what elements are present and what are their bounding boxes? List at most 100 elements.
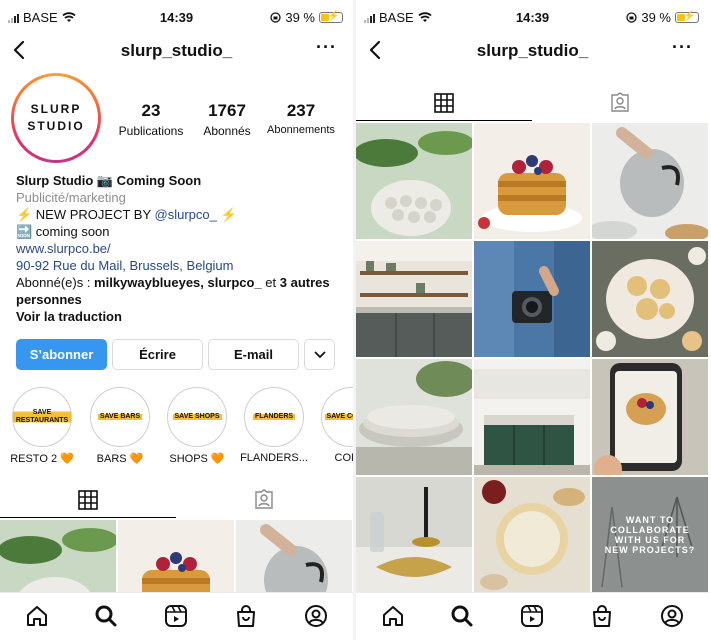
bottom-nav	[356, 592, 709, 640]
tagged-person-icon	[611, 92, 629, 112]
post-thumbnail[interactable]	[474, 477, 590, 593]
stat-following[interactable]: 237 Abonnements	[266, 101, 336, 136]
post-thumbnail-promo[interactable]: WANT TO COLLABORATE WITH US FOR NEW PROJ…	[592, 477, 708, 593]
post-thumbnail[interactable]	[592, 241, 708, 357]
bio-text: ⚡	[216, 207, 237, 222]
stat-value: 237	[286, 101, 316, 120]
highlight-badge: FLANDERS	[252, 412, 296, 422]
home-icon[interactable]	[380, 603, 406, 629]
highlight-caption: FLANDERS...	[240, 452, 308, 464]
highlight-badge: SAVE SHOPS	[172, 412, 222, 422]
profile-category: Publicité/marketing	[16, 190, 126, 205]
profile-icon[interactable]	[659, 603, 685, 629]
search-icon[interactable]	[93, 603, 119, 629]
follow-button[interactable]: S’abonner	[16, 339, 107, 370]
stat-value: 23	[141, 101, 161, 120]
followed-by-and: et	[261, 275, 280, 290]
highlight-badge: SAVE RESTAURANTS	[13, 408, 71, 426]
post-thumbnail[interactable]	[356, 359, 472, 475]
battery-icon: ⚡	[675, 11, 699, 23]
address-link[interactable]: 90-92 Rue du Mail, Brussels, Belgium	[16, 257, 346, 274]
stat-value: 1767	[208, 101, 246, 120]
profile-bio: Slurp Studio 📷 Coming Soon Publicité/mar…	[16, 172, 346, 325]
see-translation-link[interactable]: Voir la traduction	[16, 308, 346, 325]
profile-screen: BASE 14:39 39 % ⚡ slurp_studio_ ··· SLURP…	[0, 0, 353, 640]
home-icon[interactable]	[24, 603, 50, 629]
stat-label: Abonnés	[203, 124, 251, 138]
highlight-badge: SAVE BARS	[97, 412, 143, 422]
profile-icon[interactable]	[303, 603, 329, 629]
search-icon[interactable]	[449, 603, 475, 629]
stat-label: Abonnements	[267, 124, 335, 136]
stat-label: Publications	[118, 124, 184, 138]
shop-icon[interactable]	[589, 603, 615, 629]
profile-actions: S’abonner Écrire E-mail	[16, 339, 335, 370]
post-thumbnail[interactable]	[592, 359, 708, 475]
battery-percent: 39 %	[285, 10, 315, 25]
profile-tabs	[356, 85, 709, 121]
followed-by-names: milkywayblueyes, slurpco_	[94, 275, 262, 290]
profile-header: slurp_studio_ ···	[0, 34, 353, 70]
grid-icon	[434, 93, 454, 113]
message-button[interactable]: Écrire	[112, 339, 203, 370]
active-tab-indicator	[356, 120, 532, 121]
more-options-icon[interactable]: ···	[672, 37, 693, 58]
post-thumbnail[interactable]	[474, 241, 590, 357]
shop-icon[interactable]	[233, 603, 259, 629]
grid-icon	[78, 490, 98, 510]
tab-posts-grid[interactable]	[0, 482, 176, 518]
highlight-caption: RESTO 2 🧡	[10, 453, 74, 465]
reels-icon[interactable]	[519, 603, 545, 629]
website-link[interactable]: www.slurpco.be/	[16, 240, 346, 257]
highlight-coffee[interactable]: SAVE COFFEE COFFI	[316, 387, 353, 464]
avatar-logo-line2: STUDIO	[27, 119, 85, 133]
posts-grid: WANT TO COLLABORATE WITH US FOR NEW PROJ…	[356, 123, 708, 593]
post-thumbnail[interactable]	[356, 477, 472, 593]
orientation-lock-icon	[626, 12, 638, 23]
promo-text: WANT TO COLLABORATE WITH US FOR NEW PROJ…	[604, 515, 696, 555]
followed-by[interactable]: Abonné(e)s : milkywayblueyes, slurpco_ e…	[16, 274, 346, 308]
post-thumbnail[interactable]	[474, 123, 590, 239]
profile-tabs	[0, 482, 353, 518]
followed-by-label: Abonné(e)s :	[16, 275, 95, 290]
bio-line-2: 🔜 coming soon	[16, 224, 110, 239]
orientation-lock-icon	[270, 12, 282, 23]
tab-posts-grid[interactable]	[356, 85, 532, 121]
battery-icon: ⚡	[319, 11, 343, 23]
tab-tagged[interactable]	[176, 482, 352, 518]
stat-followers[interactable]: 1767 Abonnés	[196, 101, 258, 138]
more-options-icon[interactable]: ···	[316, 37, 337, 58]
active-tab-indicator	[0, 517, 176, 518]
tab-tagged[interactable]	[532, 85, 708, 121]
highlight-cover: SAVE SHOPS	[167, 387, 227, 447]
post-thumbnail[interactable]	[474, 359, 590, 475]
post-thumbnail[interactable]	[592, 123, 708, 239]
highlight-flanders[interactable]: FLANDERS FLANDERS...	[239, 387, 309, 464]
profile-display-name: Slurp Studio 📷 Coming Soon	[16, 173, 202, 188]
status-bar: BASE 14:39 39 % ⚡	[356, 8, 709, 28]
status-bar: BASE 14:39 39 % ⚡	[0, 8, 353, 28]
highlight-caption: BARS 🧡	[96, 453, 144, 465]
profile-username: slurp_studio_	[476, 41, 589, 60]
posts-grid-screen: BASE 14:39 39 % ⚡ slurp_studio_ ··· WANT …	[356, 0, 709, 640]
stat-publications[interactable]: 23 Publications	[117, 101, 185, 138]
profile-avatar[interactable]: SLURP STUDIO	[11, 73, 101, 163]
highlight-caption: SHOPS 🧡	[169, 453, 225, 465]
bio-line-1: ⚡ NEW PROJECT BY @slurpco_ ⚡	[16, 206, 346, 223]
profile-username: slurp_studio_	[120, 41, 233, 60]
suggested-users-button[interactable]	[304, 339, 335, 370]
highlight-cover: SAVE COFFEE	[321, 387, 353, 447]
chevron-down-icon	[313, 350, 326, 358]
reels-icon[interactable]	[163, 603, 189, 629]
email-button[interactable]: E-mail	[208, 339, 299, 370]
tagged-person-icon	[255, 489, 273, 509]
bio-text: ⚡ NEW PROJECT BY	[16, 207, 155, 222]
highlight-shops[interactable]: SAVE SHOPS SHOPS 🧡	[162, 387, 232, 465]
highlight-cover: FLANDERS	[244, 387, 304, 447]
highlight-bars[interactable]: SAVE BARS BARS 🧡	[85, 387, 155, 465]
highlight-restaurants[interactable]: SAVE RESTAURANTS RESTO 2 🧡	[7, 387, 77, 465]
post-thumbnail[interactable]	[356, 123, 472, 239]
bio-mention-link[interactable]: @slurpco_	[155, 207, 217, 222]
post-thumbnail[interactable]	[356, 241, 472, 357]
highlight-cover: SAVE RESTAURANTS	[12, 387, 72, 447]
